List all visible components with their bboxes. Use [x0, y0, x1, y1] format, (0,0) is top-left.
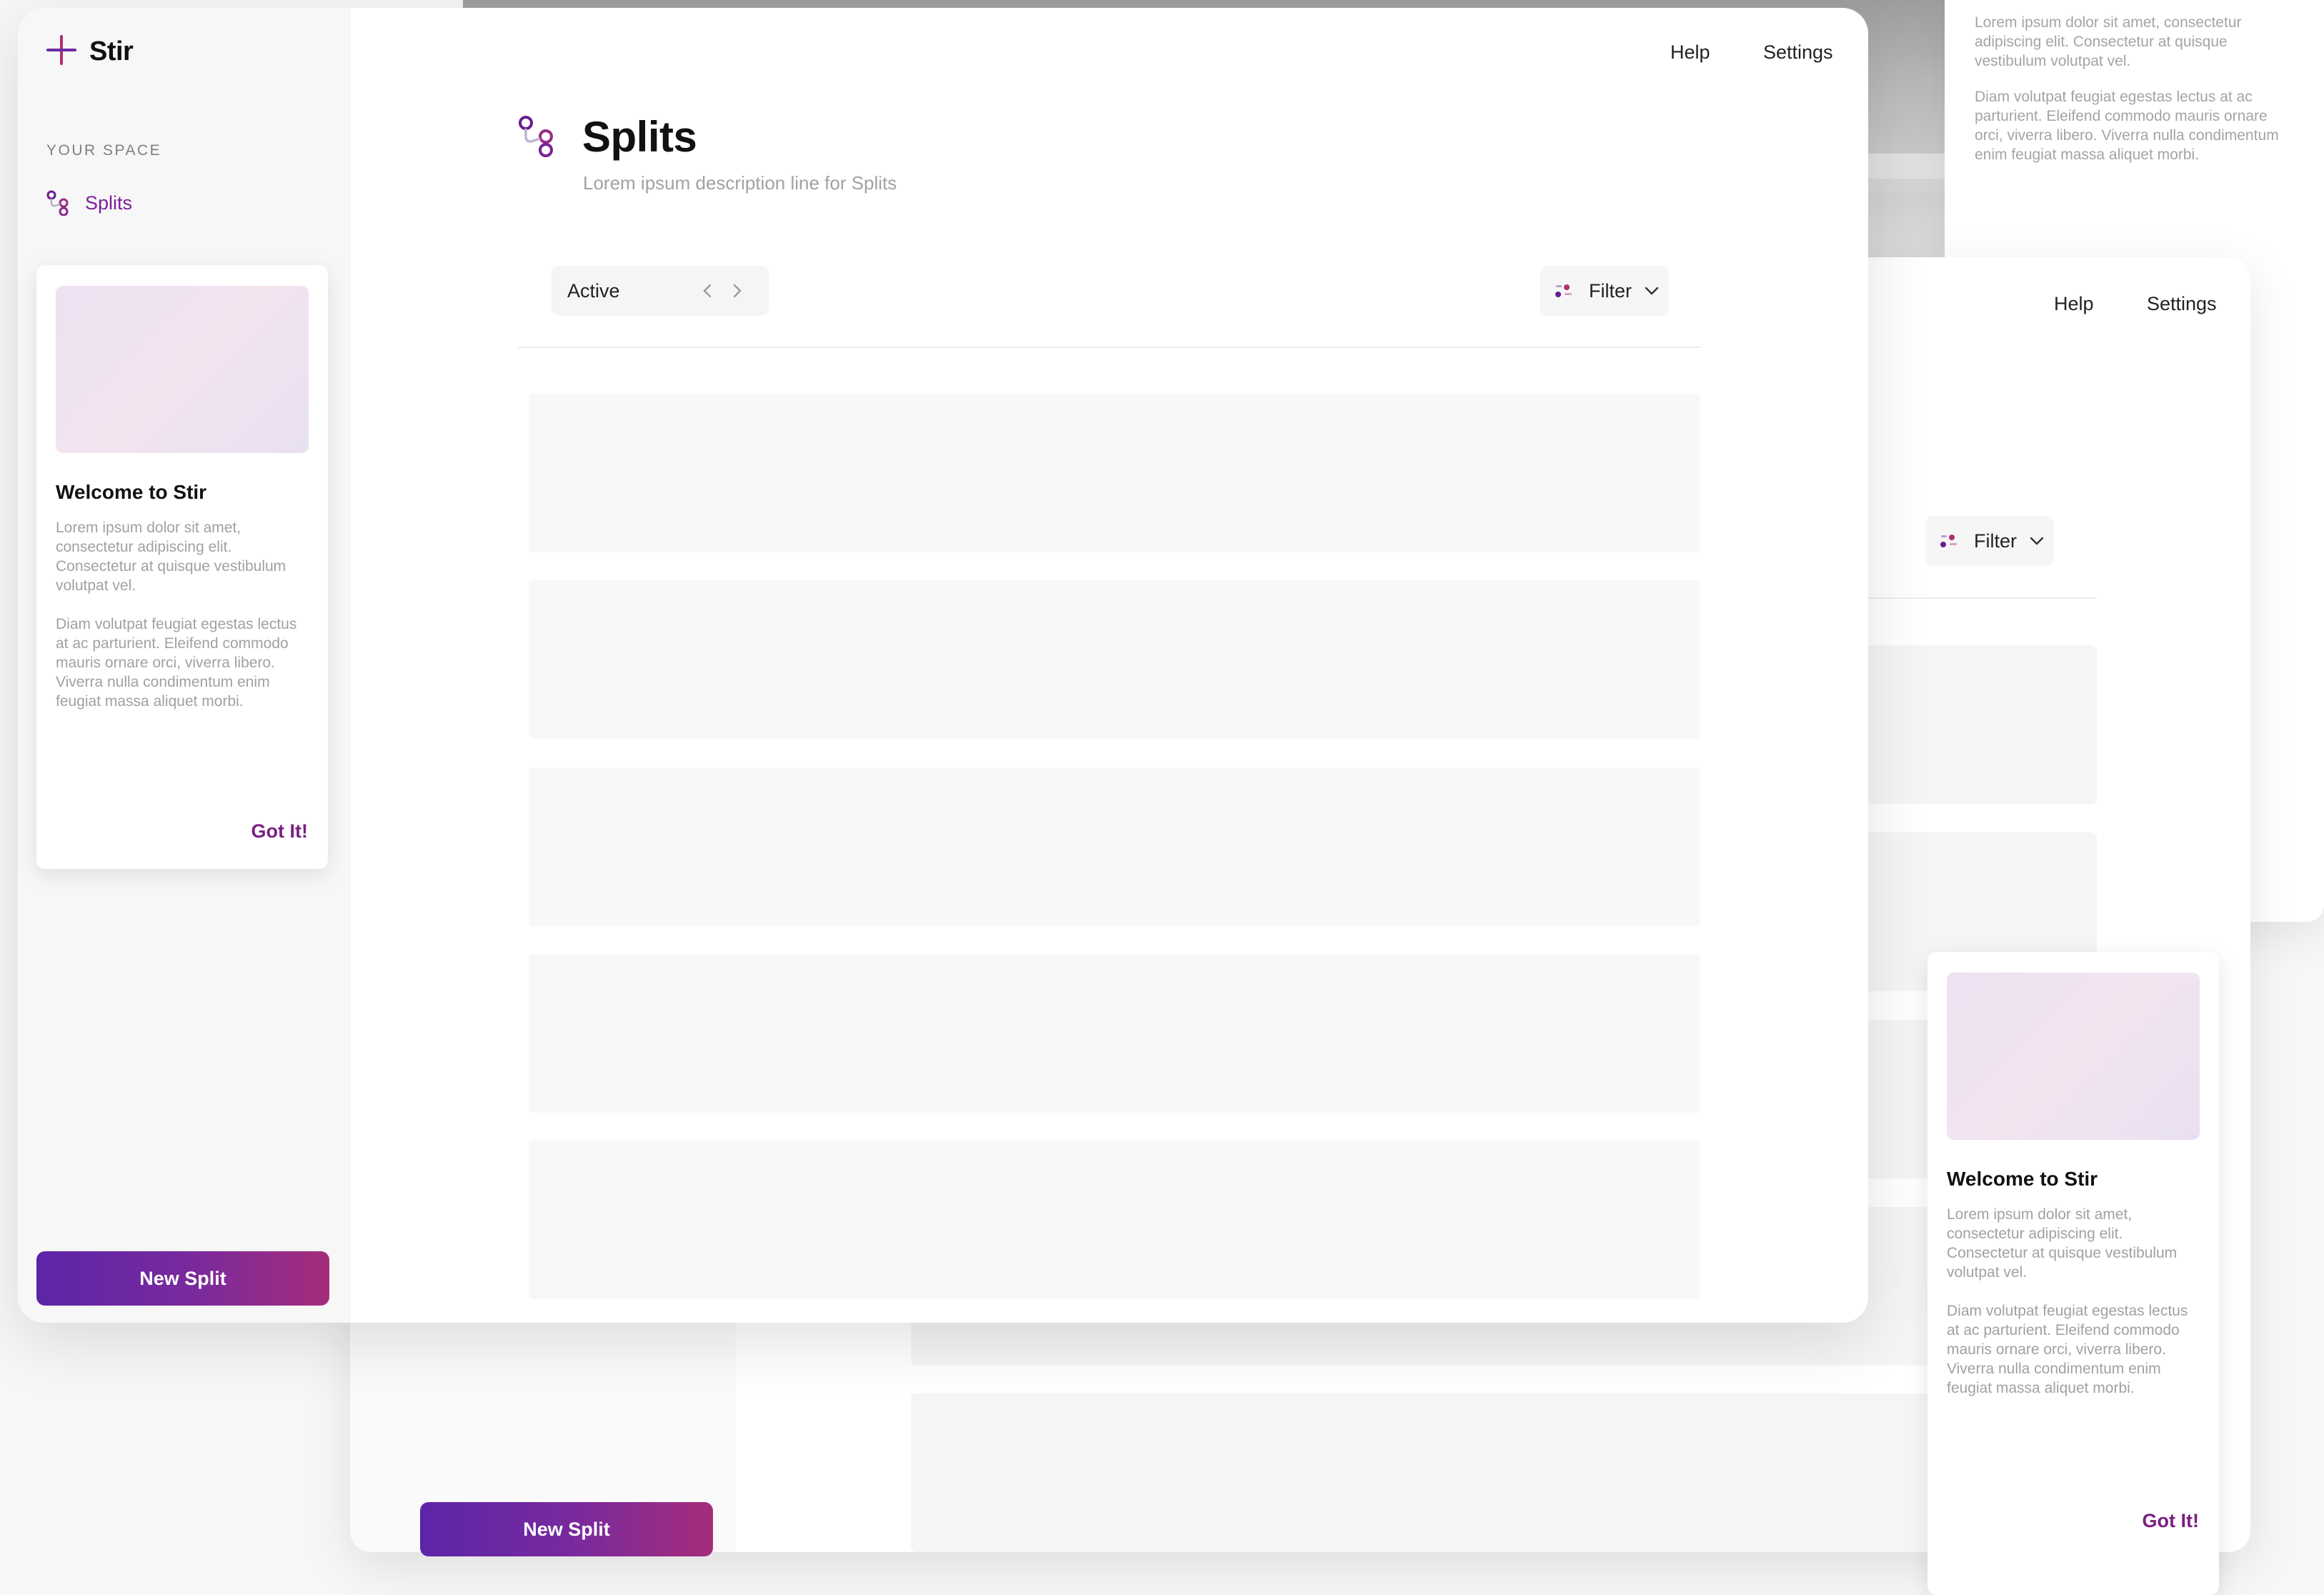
background-welcome-card: Welcome to Stir Lorem ipsum dolor sit am…	[1927, 952, 2219, 1595]
splits-icon	[518, 115, 555, 158]
background-card-paragraph: Diam volutpat feugiat egestas lectus at …	[1975, 89, 2279, 163]
help-link[interactable]: Help	[1670, 41, 1710, 64]
sidebar-item-label: Splits	[85, 192, 133, 214]
welcome-card: Welcome to Stir Lorem ipsum dolor sit am…	[36, 265, 328, 869]
toolbar-divider	[518, 347, 1701, 348]
background-settings-link: Settings	[2147, 293, 2217, 314]
filter-button[interactable]: Filter	[1540, 266, 1669, 316]
background-image-detail	[1857, 154, 1950, 182]
got-it-button[interactable]: Got It!	[251, 820, 308, 843]
split-row-placeholder[interactable]	[529, 1141, 1700, 1299]
page-title: Splits	[582, 113, 697, 161]
status-switcher: Active	[552, 266, 769, 316]
welcome-paragraph: Diam volutpat feugiat egestas lectus at …	[56, 616, 297, 710]
chevron-left-icon[interactable]	[697, 277, 717, 305]
chevron-right-icon[interactable]	[727, 277, 747, 305]
welcome-illustration	[1947, 973, 2200, 1140]
welcome-paragraph: Lorem ipsum dolor sit amet, consectetur …	[56, 520, 286, 594]
splits-icon	[46, 190, 69, 216]
background-card-paragraph: Lorem ipsum dolor sit amet, consectetur …	[1975, 14, 2242, 69]
background-row	[911, 1393, 2097, 1552]
background-welcome-title: Welcome to Stir	[1947, 1168, 2098, 1190]
split-row-placeholder[interactable]	[529, 767, 1700, 926]
app-window: Stir YOUR SPACE Splits Welcome to Stir L…	[18, 8, 1868, 1323]
filter-label: Filter	[1589, 279, 1632, 302]
welcome-illustration	[56, 286, 309, 453]
stir-logo-icon	[45, 34, 78, 66]
filter-icon	[1555, 283, 1573, 299]
background-welcome-paragraph: Lorem ipsum dolor sit amet, consectetur …	[1947, 1206, 2178, 1281]
sidebar: Stir YOUR SPACE Splits Welcome to Stir L…	[18, 8, 351, 1323]
background-got-it-link: Got It!	[2142, 1510, 2199, 1531]
app-name: Stir	[89, 36, 134, 66]
split-row-placeholder[interactable]	[529, 394, 1700, 552]
split-row-placeholder[interactable]	[529, 580, 1700, 739]
background-welcome-paragraph: Diam volutpat feugiat egestas lectus at …	[1947, 1303, 2188, 1396]
status-value: Active	[567, 279, 620, 302]
background-image-detail	[1857, 179, 1950, 193]
page-description: Lorem ipsum description line for Splits	[583, 172, 897, 194]
new-split-button[interactable]: New Split	[36, 1251, 329, 1306]
sidebar-item-splits[interactable]: Splits	[46, 185, 132, 221]
welcome-title: Welcome to Stir	[56, 481, 207, 503]
chevron-down-icon	[1645, 287, 1659, 295]
settings-link[interactable]: Settings	[1763, 41, 1833, 64]
sidebar-section-label: YOUR SPACE	[46, 142, 162, 159]
split-row-placeholder[interactable]	[529, 954, 1700, 1113]
background-new-split-button: New Split	[420, 1502, 713, 1556]
